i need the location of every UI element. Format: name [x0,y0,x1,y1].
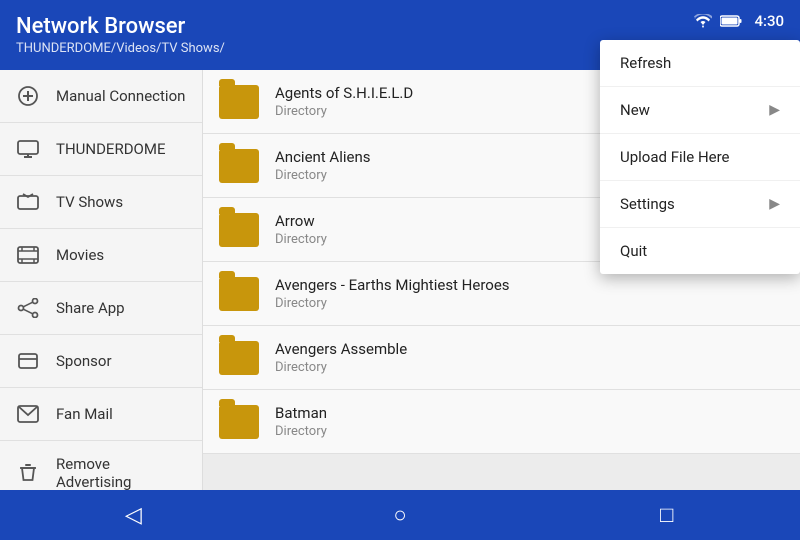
share-app-label: Share App [56,299,125,317]
folder-icon [219,405,259,439]
dropdown-item-settings[interactable]: Settings ▶ [600,181,800,228]
chevron-right-icon: ▶ [769,102,780,118]
file-type: Directory [275,168,371,183]
fan-mail-label: Fan Mail [56,405,113,423]
sidebar-item-share-app[interactable]: Share App [0,282,202,335]
battery-icon [720,15,742,27]
wifi-icon [694,14,712,28]
list-item-text: Agents of S.H.I.E.L.D Directory [275,84,413,119]
sidebar-item-thunderdome[interactable]: THUNDERDOME [0,123,202,176]
movies-icon [16,243,40,267]
list-item[interactable]: Avengers Assemble Directory [203,326,800,390]
folder-icon [219,85,259,119]
movies-label: Movies [56,246,104,264]
fan-mail-icon [16,402,40,426]
thunderdome-icon [16,137,40,161]
dropdown-item-upload-file[interactable]: Upload File Here [600,134,800,181]
file-type: Directory [275,232,327,247]
list-item-text: Avengers - Earths Mightiest Heroes Direct… [275,276,510,311]
file-type: Directory [275,296,510,311]
clock: 4:30 [754,12,784,30]
manual-connection-icon [16,84,40,108]
file-name: Arrow [275,212,327,230]
file-name: Avengers Assemble [275,340,407,358]
sidebar-item-fan-mail[interactable]: Fan Mail [0,388,202,441]
file-name: Agents of S.H.I.E.L.D [275,84,413,102]
recent-button[interactable]: □ [637,495,697,535]
tv-shows-icon [16,190,40,214]
top-bar: Network Browser THUNDERDOME/Videos/TV Sh… [0,0,800,70]
list-item-text: Arrow Directory [275,212,327,247]
sponsor-icon [16,349,40,373]
sidebar-item-movies[interactable]: Movies [0,229,202,282]
app-title: Network Browser [16,14,225,40]
thunderdome-label: THUNDERDOME [56,140,165,158]
breadcrumb: THUNDERDOME/Videos/TV Shows/ [16,41,225,56]
sidebar-item-manual-connection[interactable]: Manual Connection [0,70,202,123]
share-app-icon [16,296,40,320]
sidebar-item-tv-shows[interactable]: TV Shows [0,176,202,229]
file-name: Ancient Aliens [275,148,371,166]
list-item-text: Batman Directory [275,404,327,439]
back-button[interactable]: ◁ [103,495,163,535]
list-item-text: Ancient Aliens Directory [275,148,371,183]
dropdown-menu: Refresh New ▶ Upload File Here Settings ▶ Quit [600,40,800,274]
file-name: Batman [275,404,327,422]
file-type: Directory [275,424,327,439]
dropdown-item-label-quit: Quit [620,242,647,260]
folder-icon [219,149,259,183]
file-name: Avengers - Earths Mightiest Heroes [275,276,510,294]
sidebar-item-remove-advertising[interactable]: Remove Advertising [0,441,202,490]
dropdown-item-label-new: New [620,101,650,119]
dropdown-item-label-settings: Settings [620,195,675,213]
file-type: Directory [275,104,413,119]
dropdown-item-label-upload-file: Upload File Here [620,148,730,166]
remove-advertising-label: Remove Advertising [56,455,186,490]
sidebar-item-sponsor[interactable]: Sponsor [0,335,202,388]
tv-shows-label: TV Shows [56,193,123,211]
remove-advertising-icon [16,461,40,485]
dropdown-item-label-refresh: Refresh [620,54,671,72]
manual-connection-label: Manual Connection [56,87,185,105]
status-icons: 4:30 [694,12,784,30]
list-item[interactable]: Batman Directory [203,390,800,454]
sidebar: Manual Connection THUNDERDOME TV Shows Movi… [0,70,203,490]
list-item-text: Avengers Assemble Directory [275,340,407,375]
dropdown-item-refresh[interactable]: Refresh [600,40,800,87]
dropdown-item-new[interactable]: New ▶ [600,87,800,134]
folder-icon [219,213,259,247]
folder-icon [219,277,259,311]
home-button[interactable]: ○ [370,495,430,535]
dropdown-item-quit[interactable]: Quit [600,228,800,274]
chevron-right-icon: ▶ [769,196,780,212]
folder-icon [219,341,259,375]
sponsor-label: Sponsor [56,352,112,370]
top-bar-right: 4:30 [694,12,784,30]
file-type: Directory [275,360,407,375]
bottom-nav: ◁ ○ □ [0,490,800,540]
